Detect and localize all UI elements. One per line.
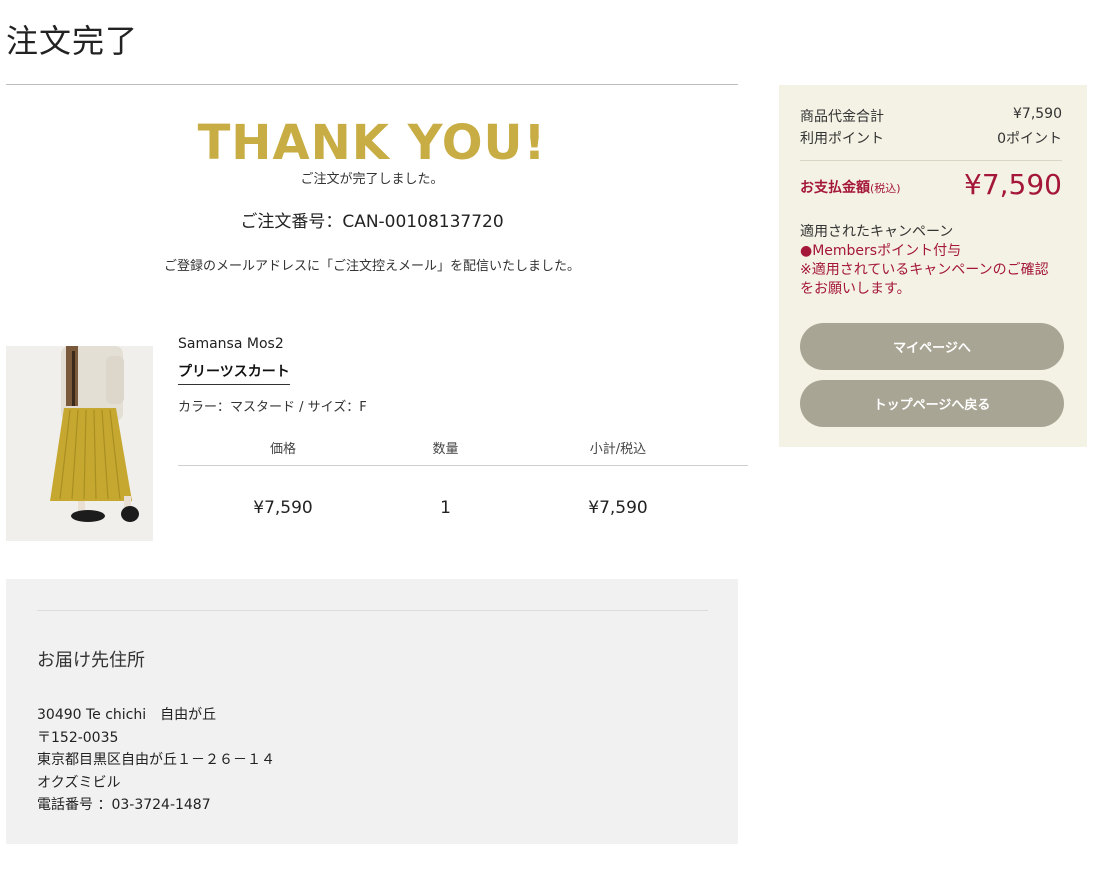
product-image[interactable]	[6, 346, 153, 541]
campaign-line: をお願いします。	[800, 281, 911, 297]
address-line: オクズミビル	[37, 774, 121, 791]
product-brand: Samansa Mos2	[178, 336, 284, 352]
subtotal-value: ¥7,590	[588, 498, 648, 518]
summary-divider	[800, 160, 1062, 161]
order-summary-panel: 商品代金合計 ¥7,590 利用ポイント 0ポイント お支払金額(税込) ¥7,…	[779, 85, 1087, 447]
address-heading: お届け先住所	[37, 650, 145, 671]
address-line: 〒152-0035	[37, 729, 119, 746]
price-value: ¥7,590	[253, 498, 313, 518]
title-divider	[6, 84, 738, 85]
subtotal-header: 小計/税込	[589, 442, 647, 457]
address-line: 東京都目黒区自由が丘１－２６－１４	[37, 752, 275, 768]
quantity-value: 1	[440, 498, 451, 518]
address-divider	[37, 610, 708, 611]
payment-amount: ¥7,590	[964, 168, 1062, 201]
mypage-button[interactable]: マイページへ	[800, 323, 1064, 370]
campaign-line: ●Membersポイント付与	[800, 243, 962, 259]
price-header: 価格	[269, 442, 296, 457]
order-number: ご注文番号：CAN-00108137720	[240, 212, 504, 232]
address-lines: 30490 Te chichi 自由が丘 〒152-0035 東京都目黒区自由が…	[37, 704, 275, 817]
skirt-photo-icon	[6, 346, 153, 541]
campaign-title: 適用されたキャンペーン	[800, 224, 954, 240]
points-row: 利用ポイント 0ポイント	[800, 128, 1062, 148]
mail-notice: ご登録のメールアドレスに「ご注文控えメール」を配信いたしました。	[163, 259, 580, 274]
order-complete-message: ご注文が完了しました。	[300, 172, 444, 187]
address-line: 30490 Te chichi 自由が丘	[37, 707, 217, 723]
subtotal-row: 商品代金合計 ¥7,590	[800, 106, 1062, 126]
product-name-link[interactable]: プリーツスカート	[178, 361, 290, 385]
thank-you-headline: THANK YOU!	[197, 115, 547, 171]
payment-label: お支払金額(税込)	[800, 177, 901, 197]
order-table-row: ¥7,590 1 ¥7,590	[178, 498, 748, 518]
order-table-header: 価格 数量 小計/税込	[178, 438, 748, 466]
campaign-line: ※適用されているキャンペーンのご確認	[800, 262, 1049, 278]
page-title: 注文完了	[6, 22, 139, 60]
subtotal-label: 商品代金合計	[800, 109, 884, 125]
tax-included-note: (税込)	[870, 182, 901, 195]
payment-label-text: お支払金額	[800, 180, 870, 196]
points-amount: 0ポイント	[997, 131, 1062, 147]
back-to-top-button[interactable]: トップページへ戻る	[800, 380, 1064, 427]
thank-you-block: THANK YOU! ご注文が完了しました。	[6, 112, 738, 187]
product-variant: カラー：マスタード / サイズ：F	[178, 400, 367, 415]
quantity-header: 数量	[432, 442, 459, 457]
points-label: 利用ポイント	[800, 131, 884, 147]
address-line: 電話番号 ：03-3724-1487	[37, 797, 211, 813]
subtotal-amount: ¥7,590	[1013, 106, 1062, 122]
